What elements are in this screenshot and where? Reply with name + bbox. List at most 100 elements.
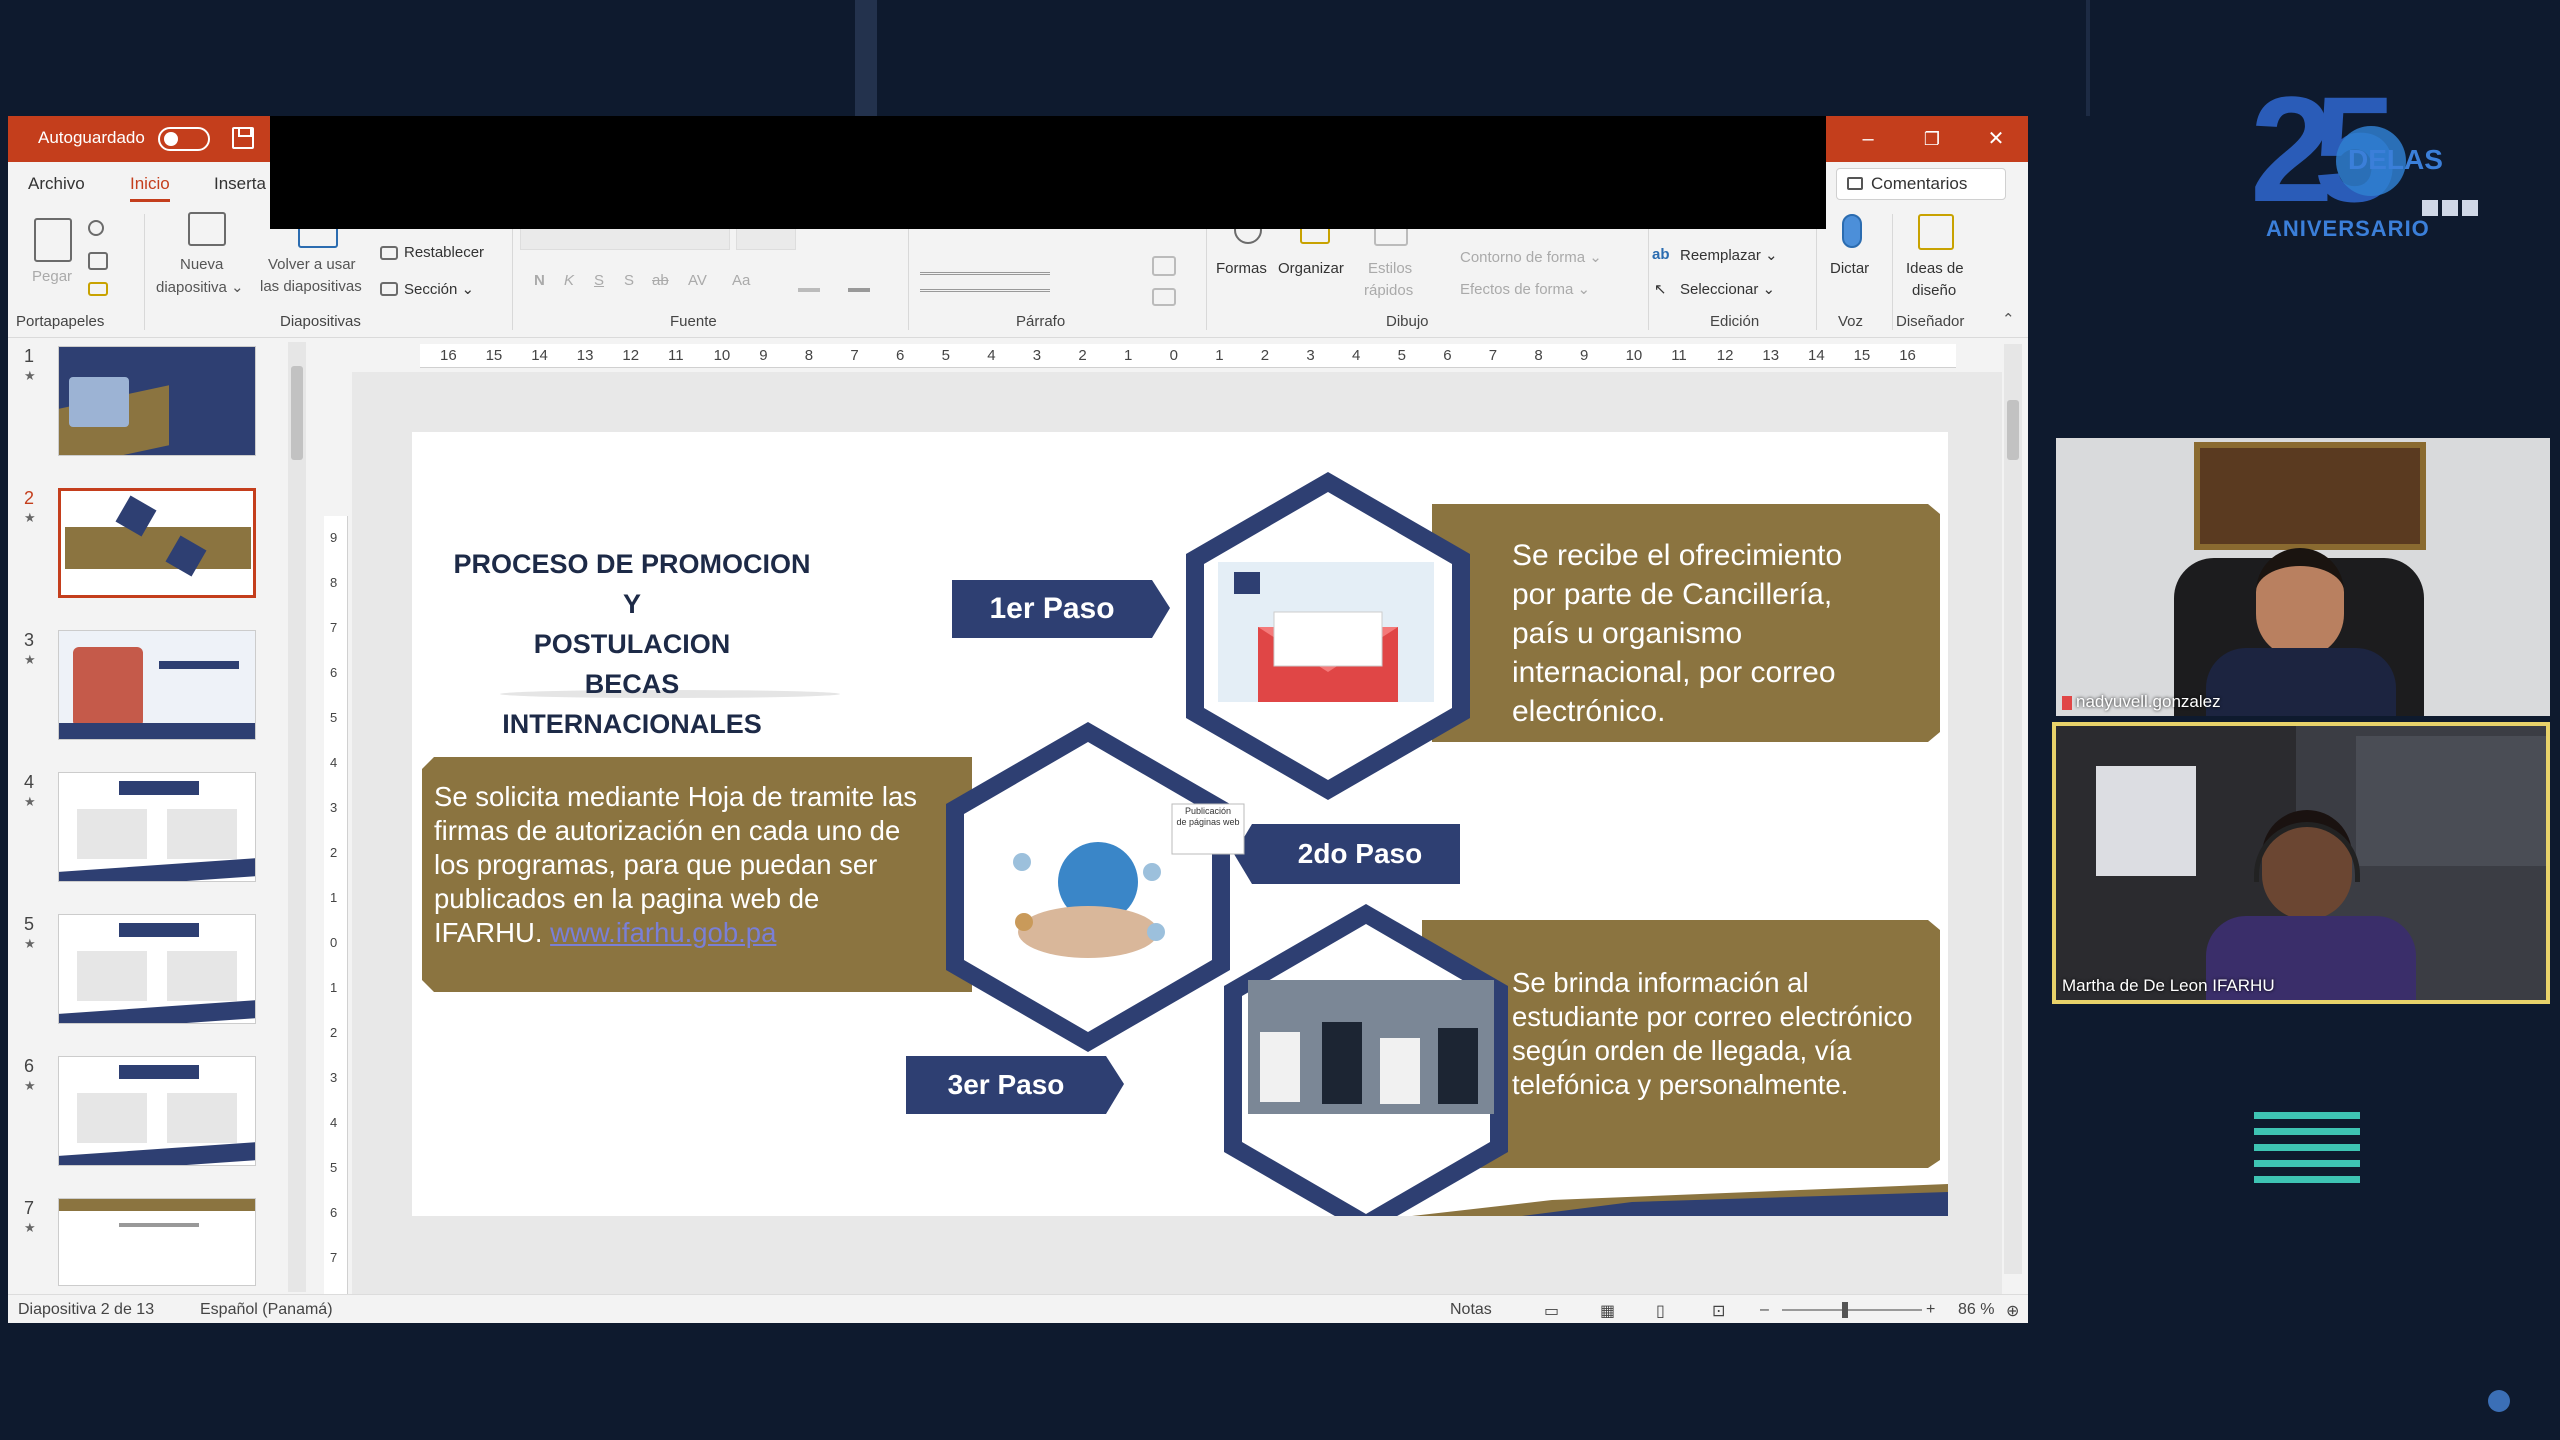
design-ideas-line2[interactable]: diseño (1912, 282, 1956, 299)
spacing-icon[interactable]: AV (688, 272, 707, 289)
group-edicion: Edición (1710, 313, 1760, 330)
smartart-icon[interactable] (1152, 288, 1176, 306)
autosave-toggle[interactable] (158, 127, 210, 151)
section-label[interactable]: Sección ⌄ (404, 280, 474, 298)
ruler-tick: 7 (330, 620, 338, 635)
thumbnail-number: 6 (24, 1056, 35, 1076)
ruler-tick: 3 (1032, 347, 1042, 364)
design-ideas-line1[interactable]: Ideas de (1906, 260, 1964, 277)
status-bar: Diapositiva 2 de 13 Español (Panamá) Not… (8, 1294, 2028, 1323)
shapes-label[interactable]: Formas (1216, 260, 1267, 277)
columns-icon[interactable] (1152, 256, 1176, 276)
slide-thumbnail[interactable] (58, 1056, 256, 1166)
select-label[interactable]: Seleccionar ⌄ (1680, 280, 1775, 298)
section-icon[interactable] (380, 282, 398, 296)
participant-video-2[interactable]: Martha de De Leon IFARHU (2052, 722, 2550, 1004)
shadow-icon[interactable]: S (624, 272, 634, 289)
notes-button[interactable]: Notas (1450, 1301, 1492, 1319)
zoom-slider[interactable] (1782, 1302, 1922, 1318)
collapse-ribbon-icon[interactable]: ⌃ (2002, 310, 2015, 328)
highlight-icon[interactable] (798, 288, 820, 292)
language[interactable]: Español (Panamá) (200, 1301, 333, 1319)
slide-thumbnail[interactable] (58, 772, 256, 882)
thumbnail-number: 4 (24, 772, 35, 792)
slide-thumbnail[interactable] (58, 1198, 256, 1286)
bold-icon[interactable]: N (534, 272, 545, 289)
logo-line1: DELAS (2348, 144, 2443, 175)
ruler-tick: 5 (330, 710, 338, 725)
zoom-level[interactable]: 86 % (1958, 1301, 1994, 1319)
shape-effects-label[interactable]: Efectos de forma ⌄ (1460, 280, 1590, 298)
comment-icon (1847, 177, 1863, 190)
reuse-slides-line2[interactable]: las diapositivas (260, 278, 362, 295)
tab-inicio[interactable]: Inicio (130, 174, 170, 202)
ruler-tick: 6 (330, 665, 338, 680)
ruler-tick: 15 (485, 347, 503, 364)
reset-label[interactable]: Restablecer (404, 244, 484, 261)
align-icons[interactable] (920, 272, 1050, 292)
corner-globe-icon (2488, 1390, 2510, 1412)
ruler-tick: 3 (330, 1070, 338, 1085)
slide-thumbnail[interactable] (58, 488, 256, 598)
arrange-label[interactable]: Organizar (1278, 260, 1344, 277)
italic-icon[interactable]: K (564, 272, 574, 289)
slide-thumbnail[interactable] (58, 346, 256, 456)
close-button[interactable]: ✕ (1966, 120, 2026, 158)
replace-label[interactable]: Reemplazar ⌄ (1680, 246, 1778, 264)
save-icon[interactable] (232, 127, 254, 149)
slide-thumbnail[interactable] (58, 630, 256, 740)
thumbnail-scrollbar[interactable] (288, 342, 306, 1292)
participant-video-1[interactable]: nadyuvell.gonzalez (2056, 438, 2550, 716)
microphone-icon[interactable] (1842, 214, 1862, 248)
canvas-scrollbar[interactable] (2004, 344, 2022, 1274)
slideshow-icon[interactable]: ⊡ (1712, 1301, 1725, 1321)
room-window (2096, 766, 2196, 876)
tab-archivo[interactable]: Archivo (28, 174, 85, 194)
shape-outline-label[interactable]: Contorno de forma ⌄ (1460, 248, 1602, 266)
paste-icon[interactable] (34, 218, 72, 262)
fit-slide-icon[interactable]: ⊕ (2006, 1301, 2019, 1321)
zoom-out-button[interactable]: – (1760, 1301, 1769, 1319)
reading-view-icon[interactable]: ▯ (1656, 1301, 1665, 1321)
ruler-tick: 16 (440, 347, 457, 364)
cut-icon[interactable] (88, 220, 104, 236)
quick-styles-line1[interactable]: Estilos (1368, 260, 1412, 277)
restore-button[interactable]: ❐ (1902, 120, 1962, 158)
paste-label[interactable]: Pegar (32, 268, 72, 285)
ruler-tick: 15 (1853, 347, 1871, 364)
reuse-slides-line1[interactable]: Volver a usar (268, 256, 356, 273)
strikethrough-icon[interactable]: ab (652, 272, 669, 289)
tab-insertar[interactable]: Inserta (214, 174, 266, 194)
ruler-tick: 16 (1899, 347, 1916, 364)
menu-lines-icon[interactable] (2254, 1112, 2360, 1208)
zoom-in-button[interactable]: + (1926, 1301, 1935, 1319)
ifarhu-link[interactable]: www.ifarhu.gob.pa (550, 917, 776, 948)
design-ideas-icon[interactable] (1918, 214, 1954, 250)
ruler-tick: 5 (941, 347, 950, 364)
slide-thumbnail[interactable] (58, 914, 256, 1024)
new-slide-line1[interactable]: Nueva (180, 256, 223, 273)
reset-icon[interactable] (380, 246, 398, 260)
slide-sorter-icon[interactable]: ▦ (1600, 1301, 1615, 1321)
copy-icon[interactable] (88, 252, 108, 270)
ruler-tick: 13 (576, 347, 594, 364)
thumbnail-number: 7 (24, 1198, 35, 1218)
step3-text: Se brinda información al estudiante por … (1512, 967, 1913, 1100)
quick-styles-line2[interactable]: rápidos (1364, 282, 1413, 299)
ruler-tick: 6 (1443, 347, 1452, 364)
select-icon[interactable]: ↖ (1654, 280, 1667, 298)
ruler-tick: 12 (622, 347, 640, 364)
new-slide-line2[interactable]: diapositiva ⌄ (156, 278, 244, 296)
new-slide-icon[interactable] (188, 212, 226, 246)
format-painter-icon[interactable] (88, 282, 108, 296)
normal-view-icon[interactable]: ▭ (1544, 1301, 1559, 1321)
person-body (2206, 648, 2396, 716)
comments-button[interactable]: Comentarios (1836, 168, 2006, 200)
dictate-label[interactable]: Dictar (1830, 260, 1869, 277)
case-icon[interactable]: Aa (732, 272, 750, 289)
ruler-tick: 9 (330, 530, 338, 545)
replace-icon[interactable]: ab (1652, 246, 1670, 263)
minimize-button[interactable]: – (1838, 120, 1898, 158)
font-color-icon[interactable] (848, 288, 870, 292)
underline-icon[interactable]: S (594, 272, 604, 289)
